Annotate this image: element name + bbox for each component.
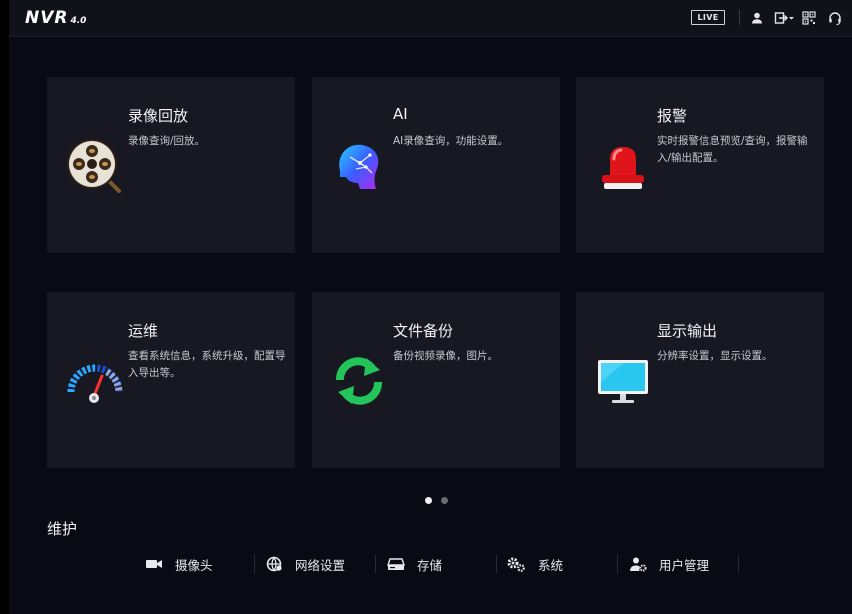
maintenance-title: 维护 [47, 520, 78, 538]
logo-text: NVR [25, 8, 69, 28]
ai-head-icon [330, 137, 388, 195]
storage-label: 存储 [417, 557, 443, 573]
logout-icon[interactable] [773, 10, 795, 26]
maintenance-bar: 摄像头 网络设置 存储 系统 用户管理 [9, 551, 852, 577]
user-management-label: 用户管理 [659, 557, 710, 573]
card-description: AI录像查询，功能设置。 [393, 135, 509, 147]
nvr-logo: NVR 4.0 [25, 8, 86, 28]
card-ai[interactable]: AI AI录像查询，功能设置。 [312, 77, 560, 253]
live-button[interactable]: LIVE [691, 10, 725, 25]
window-edge [0, 0, 9, 614]
card-description: 分辨率设置，显示设置。 [657, 350, 773, 362]
headset-icon[interactable] [827, 10, 843, 26]
monitor-icon [594, 352, 652, 410]
divider [375, 555, 376, 573]
user-gear-icon [630, 557, 647, 572]
gauge-icon [65, 352, 123, 410]
card-display[interactable]: 显示输出 分辨率设置，显示设置。 [576, 292, 824, 468]
film-reel-icon [65, 137, 123, 195]
top-bar: NVR 4.0 LIVE [9, 0, 852, 37]
system-button[interactable]: 系统 [506, 551, 563, 577]
card-playback[interactable]: 录像回放 录像查询/回放。 [47, 77, 295, 253]
refresh-icon [330, 352, 388, 410]
divider [254, 555, 255, 573]
divider [738, 555, 739, 573]
system-label: 系统 [538, 557, 564, 573]
network-label: 网络设置 [295, 557, 346, 573]
card-description: 查看系统信息，系统升级，配置导入导出等。 [128, 350, 286, 379]
divider [496, 555, 497, 573]
camera-icon [146, 560, 162, 568]
card-title: 文件备份 [393, 322, 454, 340]
alarm-light-icon [594, 137, 652, 195]
card-description: 实时报警信息预览/查询，报警输入/输出配置。 [657, 135, 808, 164]
card-operations[interactable]: 运维 查看系统信息，系统升级，配置导入导出等。 [47, 292, 295, 468]
card-title: AI [393, 105, 408, 123]
card-description: 备份视频录像，图片。 [393, 350, 498, 362]
card-title: 录像回放 [128, 107, 189, 125]
network-settings-button[interactable]: 网络设置 [265, 551, 345, 577]
storage-button[interactable]: 存储 [387, 551, 442, 577]
camera-label: 摄像头 [175, 557, 213, 573]
user-icon[interactable] [749, 10, 765, 26]
page-dot[interactable] [441, 497, 448, 504]
card-title: 运维 [128, 322, 159, 340]
pagination-dots [425, 489, 457, 508]
camera-button[interactable]: 摄像头 [145, 551, 213, 577]
card-title: 显示输出 [657, 322, 718, 340]
network-icon [266, 556, 282, 572]
page-dot-active[interactable] [425, 497, 432, 504]
logo-version: 4.0 [70, 16, 87, 26]
user-management-button[interactable]: 用户管理 [629, 551, 709, 577]
card-backup[interactable]: 文件备份 备份视频录像，图片。 [312, 292, 560, 468]
qrcode-icon[interactable] [801, 10, 817, 26]
main-panel: 录像回放 录像查询/回放。 AI AI录像查询，功能设置。 报警 实时报警信息预… [9, 37, 852, 614]
divider [617, 555, 618, 573]
card-title: 报警 [657, 107, 688, 125]
gears-icon [507, 557, 525, 572]
storage-icon [387, 558, 405, 570]
card-alarm[interactable]: 报警 实时报警信息预览/查询，报警输入/输出配置。 [576, 77, 824, 253]
card-description: 录像查询/回放。 [128, 135, 206, 147]
header-divider [739, 10, 740, 25]
